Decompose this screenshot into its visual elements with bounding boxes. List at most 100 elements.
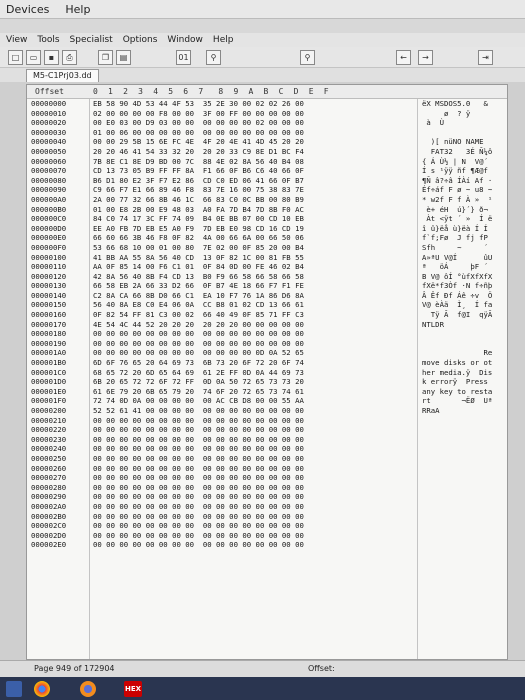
hex-row[interactable]: 000000C0 84 C0 74 17 3C FF 74 09 B4 0E BB… [27, 214, 507, 224]
row-hex-bytes[interactable]: 6D 6F 76 65 20 64 69 73 6B 73 20 6F 72 2… [93, 358, 304, 368]
row-hex-bytes[interactable]: 56 40 8A E8 C0 E4 06 0A CC B8 01 02 CD 1… [93, 300, 304, 310]
chrome-icon[interactable] [34, 681, 50, 697]
row-ascii[interactable]: f`f;Fø J fj fP [422, 233, 488, 243]
row-ascii[interactable]: { Á Ù½ | N V@´ [422, 157, 488, 167]
row-hex-bytes[interactable]: 6B 20 65 72 72 6F 72 FF 0D 0A 50 72 65 7… [93, 377, 304, 387]
hex-row[interactable]: 000001E0 61 6E 79 20 6B 65 79 20 74 6F 20… [27, 387, 507, 397]
row-ascii[interactable]: Â Êf Ðf Áê ÷v Ö [422, 291, 492, 301]
row-hex-bytes[interactable]: 02 00 00 00 00 F8 00 00 3F 00 FF 00 00 0… [93, 109, 304, 119]
row-hex-bytes[interactable]: 7B 8E C1 8E D9 BD 00 7C 88 4E 02 8A 56 4… [93, 157, 304, 167]
row-hex-bytes[interactable]: 00 00 00 00 00 00 00 00 00 00 00 00 00 0… [93, 540, 304, 550]
row-ascii[interactable]: B V@ ôÍ °ùfXfXfX [422, 272, 492, 282]
hex-row[interactable]: 00000210 00 00 00 00 00 00 00 00 00 00 00… [27, 416, 507, 426]
hex-row[interactable]: 000001B0 6D 6F 76 65 20 64 69 73 6B 73 20… [27, 358, 507, 368]
row-hex-bytes[interactable]: 4E 54 4C 44 52 20 20 20 20 20 20 00 00 0… [93, 320, 304, 330]
row-hex-bytes[interactable]: 84 C0 74 17 3C FF 74 09 B4 0E BB 07 00 C… [93, 214, 304, 224]
row-hex-bytes[interactable]: 20 20 46 41 54 33 32 20 20 20 33 C9 8E D… [93, 147, 304, 157]
menu-help[interactable]: Help [213, 35, 234, 45]
row-ascii[interactable]: ëX MSDOS5.0 & [422, 99, 488, 109]
hex-row[interactable]: 000000B0 01 00 E8 2B 00 E9 48 03 A0 FA 7D… [27, 205, 507, 215]
row-hex-bytes[interactable]: C9 66 F7 E1 66 89 46 F8 83 7E 16 00 75 3… [93, 185, 304, 195]
hex-row[interactable]: 000001F0 72 74 0D 0A 00 00 00 00 00 AC CB… [27, 396, 507, 406]
row-ascii[interactable]: Sfh ~ ´ [422, 243, 488, 253]
menu-specialist[interactable]: Specialist [70, 35, 113, 45]
hex-row[interactable]: 00000280 00 00 00 00 00 00 00 00 00 00 00… [27, 483, 507, 493]
hex-row[interactable]: 00000090 C9 66 F7 E1 66 89 46 F8 83 7E 16… [27, 185, 507, 195]
row-ascii[interactable]: RRaA [422, 406, 440, 416]
hex-row[interactable]: 000002B0 00 00 00 00 00 00 00 00 00 00 00… [27, 512, 507, 522]
hex-row[interactable]: 000000E0 66 60 66 3B 46 F8 0F 82 4A 00 66… [27, 233, 507, 243]
row-hex-bytes[interactable]: 00 E0 03 00 D9 03 00 00 00 00 00 00 02 0… [93, 118, 304, 128]
hex-row[interactable]: 00000140 C2 8A CA 66 8B D0 66 C1 EA 10 F7… [27, 291, 507, 301]
row-hex-bytes[interactable]: 00 00 00 00 00 00 00 00 00 00 00 00 00 0… [93, 435, 304, 445]
row-hex-bytes[interactable]: 68 65 72 20 6D 65 64 69 61 2E FF 0D 0A 4… [93, 368, 304, 378]
row-hex-bytes[interactable]: 00 00 00 00 00 00 00 00 00 00 00 00 00 0… [93, 425, 304, 435]
row-hex-bytes[interactable]: 00 00 29 5B 15 6E FC 4E 4F 20 4E 41 4D 4… [93, 137, 304, 147]
row-hex-bytes[interactable]: 53 66 68 10 00 01 00 80 7E 02 00 0F 85 2… [93, 243, 304, 253]
row-hex-bytes[interactable]: 00 00 00 00 00 00 00 00 00 00 00 00 00 0… [93, 521, 304, 531]
row-ascii[interactable]: î û}ëå ù}ëà Í Í [422, 224, 488, 234]
row-ascii[interactable]: )[ nüNO NAME [422, 137, 484, 147]
row-hex-bytes[interactable]: 2A 00 77 32 66 8B 46 1C 66 83 C0 0C BB 0… [93, 195, 304, 205]
row-ascii[interactable]: ª öÁ þF ´ [422, 262, 488, 272]
row-ascii[interactable]: V@ èÀä Ì¸ Í fa [422, 300, 492, 310]
menu-view[interactable]: View [6, 35, 27, 45]
row-ascii[interactable]: è+ éH ú}´} ð¬ [422, 205, 488, 215]
row-hex-bytes[interactable]: 41 BB AA 55 8A 56 40 CD 13 0F 82 1C 00 8… [93, 253, 304, 263]
new-icon[interactable]: □ [8, 50, 23, 65]
row-ascii[interactable]: à Ù [422, 118, 444, 128]
nav-back-icon[interactable]: ← [396, 50, 411, 65]
hex-row[interactable]: 00000060 7B 8E C1 8E D9 BD 00 7C 88 4E 02… [27, 157, 507, 167]
find-icon[interactable]: ⚲ [206, 50, 221, 65]
row-hex-bytes[interactable]: 00 00 00 00 00 00 00 00 00 00 00 00 00 0… [93, 483, 304, 493]
hex-row[interactable]: 00000120 42 8A 56 40 8B F4 CD 13 B0 F9 66… [27, 272, 507, 282]
menu-options[interactable]: Options [123, 35, 158, 45]
row-ascii[interactable]: ¶Ñ â?÷â ÍÀí Af · [422, 176, 492, 186]
hex-row[interactable]: 000002C0 00 00 00 00 00 00 00 00 00 00 00… [27, 521, 507, 531]
hex-row[interactable]: 00000020 00 E0 03 00 D9 03 00 00 00 00 00… [27, 118, 507, 128]
row-hex-bytes[interactable]: EE A0 FB 7D EB E5 A0 F9 7D EB E0 98 CD 1… [93, 224, 304, 234]
row-ascii[interactable]: k errorÿ Press [422, 377, 488, 387]
hex-row[interactable]: 00000100 41 BB AA 55 8A 56 40 CD 13 0F 82… [27, 253, 507, 263]
row-ascii[interactable]: NTLDR [422, 320, 444, 330]
hex-row[interactable]: 00000010 02 00 00 00 00 F8 00 00 3F 00 FF… [27, 109, 507, 119]
hex-row[interactable]: 000000A0 2A 00 77 32 66 8B 46 1C 66 83 C0… [27, 195, 507, 205]
hex-row[interactable]: 00000030 01 00 06 00 00 00 00 00 00 00 00… [27, 128, 507, 138]
hex-row[interactable]: 00000230 00 00 00 00 00 00 00 00 00 00 00… [27, 435, 507, 445]
row-ascii[interactable]: Tÿ Ã f@I qÿÃ [422, 310, 493, 320]
row-ascii[interactable]: A»ªU V@Í ûU [422, 253, 492, 263]
row-hex-bytes[interactable]: 00 00 00 00 00 00 00 00 00 00 00 00 00 0… [93, 512, 304, 522]
hex-row[interactable]: 00000260 00 00 00 00 00 00 00 00 00 00 00… [27, 464, 507, 474]
row-hex-bytes[interactable]: 00 00 00 00 00 00 00 00 00 00 00 00 00 0… [93, 329, 304, 339]
hex-row[interactable]: 000002A0 00 00 00 00 00 00 00 00 00 00 00… [27, 502, 507, 512]
row-hex-bytes[interactable]: 00 00 00 00 00 00 00 00 00 00 00 00 00 0… [93, 444, 304, 454]
row-ascii[interactable]: FAT32 3É Ñ¼ô [422, 147, 493, 157]
row-hex-bytes[interactable]: AA 0F 85 14 00 F6 C1 01 0F 84 0D 00 FE 4… [93, 262, 304, 272]
hex-row[interactable]: 00000240 00 00 00 00 00 00 00 00 00 00 00… [27, 444, 507, 454]
row-hex-bytes[interactable]: 66 60 66 3B 46 F8 0F 82 4A 00 66 6A 00 6… [93, 233, 304, 243]
hex-row[interactable]: 00000070 CD 13 73 05 B9 FF FF 8A F1 66 0F… [27, 166, 507, 176]
hex-row[interactable]: 00000130 66 58 EB 2A 66 33 D2 66 0F B7 4E… [27, 281, 507, 291]
row-ascii[interactable]: * w2f F f À » ¹ [422, 195, 492, 205]
row-hex-bytes[interactable]: B6 D1 80 E2 3F F7 E2 86 CD C0 ED 06 41 6… [93, 176, 304, 186]
menu-devices[interactable]: Devices [6, 3, 49, 16]
hex-row[interactable]: 000000D0 EE A0 FB 7D EB E5 A0 F9 7D EB E0… [27, 224, 507, 234]
row-hex-bytes[interactable]: 00 00 00 00 00 00 00 00 00 00 00 00 00 0… [93, 464, 304, 474]
row-hex-bytes[interactable]: 0F 82 54 FF 81 C3 00 02 66 40 49 0F 85 7… [93, 310, 304, 320]
row-hex-bytes[interactable]: 00 00 00 00 00 00 00 00 00 00 00 00 0D 0… [93, 348, 304, 358]
row-hex-bytes[interactable]: 00 00 00 00 00 00 00 00 00 00 00 00 00 0… [93, 454, 304, 464]
row-hex-bytes[interactable]: 66 58 EB 2A 66 33 D2 66 0F B7 4E 18 66 F… [93, 281, 304, 291]
row-hex-bytes[interactable]: 01 00 E8 2B 00 E9 48 03 A0 FA 7D B4 7D 8… [93, 205, 304, 215]
row-ascii[interactable]: ø ? ÿ [422, 109, 470, 119]
row-ascii[interactable]: Àt <ÿt ´ » Í ë [422, 214, 492, 224]
paste-icon[interactable]: ▤ [116, 50, 131, 65]
hex-row[interactable]: 000002E0 00 00 00 00 00 00 00 00 00 00 00… [27, 540, 507, 550]
row-ascii[interactable]: any key to resta [422, 387, 492, 397]
print-icon[interactable]: ⎙ [62, 50, 77, 65]
hex-row[interactable]: 000000F0 53 66 68 10 00 01 00 80 7E 02 00… [27, 243, 507, 253]
windows-start-icon[interactable] [6, 681, 22, 697]
hex-editor-icon[interactable]: HEX [124, 681, 142, 697]
row-hex-bytes[interactable]: 52 52 61 41 00 00 00 00 00 00 00 00 00 0… [93, 406, 304, 416]
row-ascii[interactable]: Í s ¹ÿÿ ñf ¶Æ@f [422, 166, 488, 176]
hex-row[interactable]: 00000160 0F 82 54 FF 81 C3 00 02 66 40 49… [27, 310, 507, 320]
